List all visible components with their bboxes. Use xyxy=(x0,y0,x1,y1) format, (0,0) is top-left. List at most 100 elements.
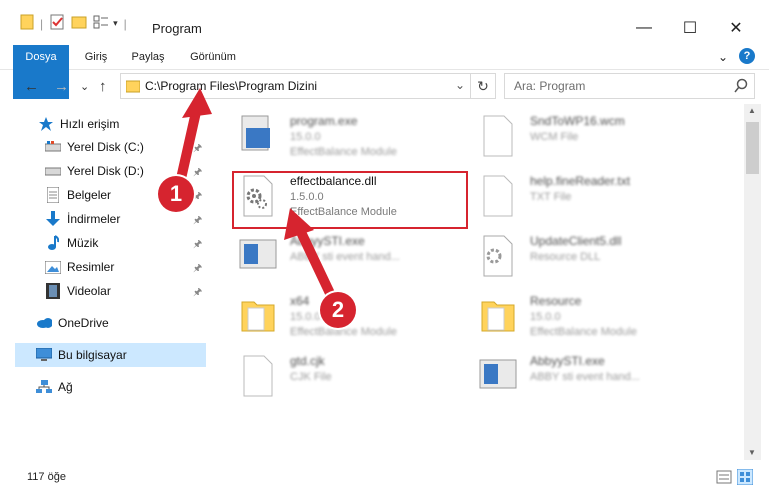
star-icon xyxy=(38,116,54,132)
step-2-marker: 2 xyxy=(320,292,356,328)
address-bar[interactable]: C:\Program Files\Program Dizini ⌄ xyxy=(120,73,471,99)
navigation-pane: Hızlı erişim Yerel Disk (C:) 🖈 Yerel Dis… xyxy=(0,104,208,460)
blank-file-icon xyxy=(478,114,522,160)
new-folder-icon[interactable] xyxy=(71,14,87,33)
file-list: program.exe 15.0.0 EffectBalance Module … xyxy=(208,104,744,460)
tiles-view-icon[interactable] xyxy=(736,468,754,486)
video-icon xyxy=(45,283,61,299)
item-count: 117 öğe xyxy=(27,471,66,483)
list-item[interactable]: SndToWP16.wcm WCM File xyxy=(478,110,718,164)
sidebar-item-videos[interactable]: Videolar xyxy=(45,280,111,302)
sidebar-item-label: Hızlı erişim xyxy=(60,117,120,131)
ribbon-expand-icon[interactable]: ⌄ xyxy=(716,45,730,69)
sidebar-item-this-pc[interactable]: Bu bilgisayar xyxy=(36,344,127,366)
pin-icon[interactable]: 🖈 xyxy=(193,165,202,182)
address-dropdown-icon[interactable]: ⌄ xyxy=(455,78,465,92)
list-item[interactable]: Resource 15.0.0 EffectBalance Module xyxy=(478,290,718,344)
maximize-button[interactable]: ☐ xyxy=(667,13,713,43)
list-item[interactable]: x64 15.0.0 EffectBalance Module xyxy=(238,290,478,344)
pin-icon[interactable]: 🖈 xyxy=(193,261,202,278)
minimize-button[interactable]: — xyxy=(621,13,667,43)
folder-icon xyxy=(125,78,141,97)
sidebar-item-quick-access[interactable]: Hızlı erişim xyxy=(38,113,119,135)
sidebar-item-downloads[interactable]: İndirmeler xyxy=(45,208,120,230)
sidebar-item-label: Yerel Disk (C:) xyxy=(67,140,144,154)
sidebar-item-local-disk-c[interactable]: Yerel Disk (C:) xyxy=(45,136,144,158)
sidebar-item-network[interactable]: Ağ xyxy=(36,376,73,398)
pictures-icon xyxy=(45,259,61,275)
details-view-icon[interactable] xyxy=(716,469,732,485)
up-button[interactable]: ↑ xyxy=(99,78,107,95)
music-icon xyxy=(45,235,61,251)
download-icon xyxy=(45,211,61,227)
blank-file-icon xyxy=(238,354,282,400)
toolbar-separator: | xyxy=(40,16,44,31)
search-input[interactable]: Ara: Program xyxy=(514,79,585,93)
sidebar-item-label: Yerel Disk (D:) xyxy=(67,164,144,178)
tab-home[interactable]: Giriş xyxy=(80,45,112,69)
folder-icon xyxy=(478,294,522,340)
tab-view[interactable]: Görünüm xyxy=(187,45,239,69)
scroll-up-icon[interactable]: ▲ xyxy=(748,106,756,115)
forward-button[interactable]: → xyxy=(54,78,69,95)
sidebar-item-label: Bu bilgisayar xyxy=(58,348,127,362)
list-item[interactable]: AbbyySTI.exe ABBY sti event hand... xyxy=(238,230,478,284)
sidebar-item-documents[interactable]: Belgeler xyxy=(45,184,111,206)
properties-icon[interactable] xyxy=(49,14,65,33)
pin-icon[interactable]: 🖈 xyxy=(193,213,202,230)
exe-icon xyxy=(238,234,282,280)
sidebar-item-local-disk-d[interactable]: Yerel Disk (D:) xyxy=(45,160,144,182)
list-item[interactable]: AbbyySTI.exe ABBY sti event hand... xyxy=(478,350,718,404)
customize-icon[interactable] xyxy=(93,14,109,33)
sidebar-item-onedrive[interactable]: OneDrive xyxy=(36,312,109,334)
status-bar: 117 öğe xyxy=(0,460,769,497)
toolbar-separator: | xyxy=(123,16,127,31)
network-icon xyxy=(36,379,52,395)
folder-icon xyxy=(238,294,282,340)
pin-icon[interactable]: 🖈 xyxy=(193,189,202,206)
exe-icon xyxy=(478,354,522,400)
sidebar-item-music[interactable]: Müzik xyxy=(45,232,98,254)
pin-icon[interactable]: 🖈 xyxy=(193,141,202,158)
close-button[interactable]: ✕ xyxy=(713,13,759,43)
qa-dropdown-icon[interactable]: ▾ xyxy=(113,18,118,29)
address-path: C:\Program Files\Program Dizini xyxy=(145,79,318,93)
quick-access-toolbar: | ▾ | xyxy=(20,14,127,33)
sidebar-item-label: İndirmeler xyxy=(67,212,121,226)
search-box[interactable]: Ara: Program xyxy=(504,73,755,99)
document-icon xyxy=(45,187,61,203)
list-item[interactable]: program.exe 15.0.0 EffectBalance Module xyxy=(238,110,478,164)
ribbon-tabs: Dosya Giriş Paylaş Görünüm ⌄ ? xyxy=(0,44,769,99)
scroll-down-icon[interactable]: ▼ xyxy=(748,448,756,457)
cloud-icon xyxy=(36,315,52,331)
folder-icon[interactable] xyxy=(20,14,34,33)
sidebar-item-label: Videolar xyxy=(67,284,111,298)
list-item[interactable]: UpdateClient5.dll Resource DLL xyxy=(478,230,718,284)
exe-icon xyxy=(238,114,282,160)
sidebar-item-label: Müzik xyxy=(67,236,99,250)
sidebar-item-label: Ağ xyxy=(58,380,73,394)
drive-icon xyxy=(45,163,61,179)
dll-gear-icon xyxy=(478,234,522,280)
list-item[interactable]: gtd.cjk CJK File xyxy=(238,350,478,404)
search-icon[interactable] xyxy=(734,78,748,97)
title-bar: | ▾ | Program — ☐ ✕ xyxy=(0,0,769,44)
blank-file-icon xyxy=(478,174,522,220)
sidebar-item-label: Resimler xyxy=(67,260,115,274)
scrollbar-thumb[interactable] xyxy=(746,122,759,174)
computer-icon xyxy=(36,347,52,363)
sidebar-item-label: Belgeler xyxy=(67,188,112,202)
list-item[interactable]: help.fineReader.txt TXT File xyxy=(478,170,718,224)
step-1-marker: 1 xyxy=(158,176,194,212)
recent-locations-button[interactable]: ⌄ xyxy=(80,80,89,93)
drive-icon xyxy=(45,139,61,155)
sidebar-item-pictures[interactable]: Resimler xyxy=(45,256,114,278)
help-icon[interactable]: ? xyxy=(739,48,755,64)
window-title: Program xyxy=(152,21,202,36)
target-highlight-box xyxy=(232,171,468,229)
pin-icon[interactable]: 🖈 xyxy=(193,237,202,254)
back-button[interactable]: ← xyxy=(24,78,39,95)
pin-icon[interactable]: 🖈 xyxy=(193,285,202,302)
tab-share[interactable]: Paylaş xyxy=(128,45,168,69)
refresh-button[interactable]: ↻ xyxy=(471,73,496,99)
